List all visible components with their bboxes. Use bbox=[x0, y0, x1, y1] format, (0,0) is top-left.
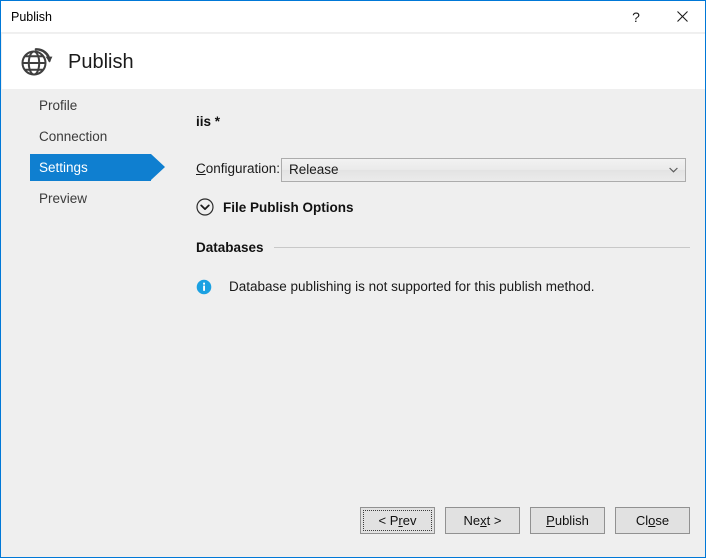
question-mark-icon: ? bbox=[632, 8, 640, 25]
database-info-message: Database publishing is not supported for… bbox=[196, 278, 594, 295]
publish-dialog: Publish ? Publish Profile Connection Set… bbox=[0, 0, 706, 558]
file-publish-options-label: File Publish Options bbox=[223, 199, 354, 215]
sidebar-item-label: Settings bbox=[39, 160, 88, 175]
sidebar-selection-arrow-icon bbox=[151, 154, 165, 180]
footer-button-group: < Prev Next > Publish Close bbox=[360, 507, 690, 534]
sidebar-item-preview[interactable]: Preview bbox=[2, 183, 172, 214]
sidebar-item-label: Preview bbox=[39, 191, 88, 206]
info-icon bbox=[196, 279, 212, 295]
sidebar-item-connection[interactable]: Connection bbox=[2, 121, 172, 152]
next-button[interactable]: Next > bbox=[445, 507, 520, 534]
profile-name-title: iis * bbox=[196, 114, 221, 129]
file-publish-options-expander[interactable]: File Publish Options bbox=[196, 198, 354, 216]
close-window-button[interactable] bbox=[659, 1, 705, 32]
configuration-value: Release bbox=[289, 162, 339, 177]
publish-button[interactable]: Publish bbox=[530, 507, 605, 534]
dialog-footer: < Prev Next > Publish Close bbox=[2, 487, 704, 556]
section-divider bbox=[273, 247, 690, 248]
settings-panel: iis * Configuration: Release File Publis… bbox=[172, 90, 704, 487]
window-title: Publish bbox=[11, 10, 52, 24]
close-icon bbox=[676, 11, 688, 22]
database-info-text: Database publishing is not supported for… bbox=[229, 279, 595, 294]
focus-indicator bbox=[363, 510, 432, 531]
title-bar-buttons: ? bbox=[613, 1, 705, 32]
configuration-dropdown[interactable]: Release bbox=[281, 158, 686, 182]
close-button[interactable]: Close bbox=[615, 507, 690, 534]
configuration-row: Configuration: Release bbox=[196, 158, 690, 182]
next-button-label: Next > bbox=[463, 513, 502, 528]
sidebar-item-profile[interactable]: Profile bbox=[2, 90, 172, 121]
chevron-down-icon bbox=[669, 167, 678, 173]
title-bar: Publish ? bbox=[1, 1, 705, 32]
header-title: Publish bbox=[68, 51, 134, 73]
configuration-label-accel: C bbox=[196, 161, 206, 176]
dialog-header: Publish bbox=[2, 33, 705, 89]
publish-button-label: Publish bbox=[546, 513, 589, 528]
databases-section-header: Databases bbox=[196, 240, 690, 255]
globe-publish-icon bbox=[21, 48, 53, 76]
configuration-label: Configuration: bbox=[196, 161, 280, 176]
help-button[interactable]: ? bbox=[613, 1, 659, 32]
chevron-down-circle-icon bbox=[196, 198, 214, 216]
prev-button[interactable]: < Prev bbox=[360, 507, 435, 534]
close-button-label: Close bbox=[635, 513, 670, 528]
sidebar-item-settings[interactable]: Settings bbox=[2, 152, 172, 183]
databases-section-title: Databases bbox=[196, 240, 264, 255]
configuration-label-text: onfiguration: bbox=[205, 161, 281, 176]
sidebar-item-label: Connection bbox=[39, 129, 108, 144]
wizard-sidebar: Profile Connection Settings Preview bbox=[2, 90, 172, 490]
sidebar-item-label: Profile bbox=[39, 98, 78, 113]
